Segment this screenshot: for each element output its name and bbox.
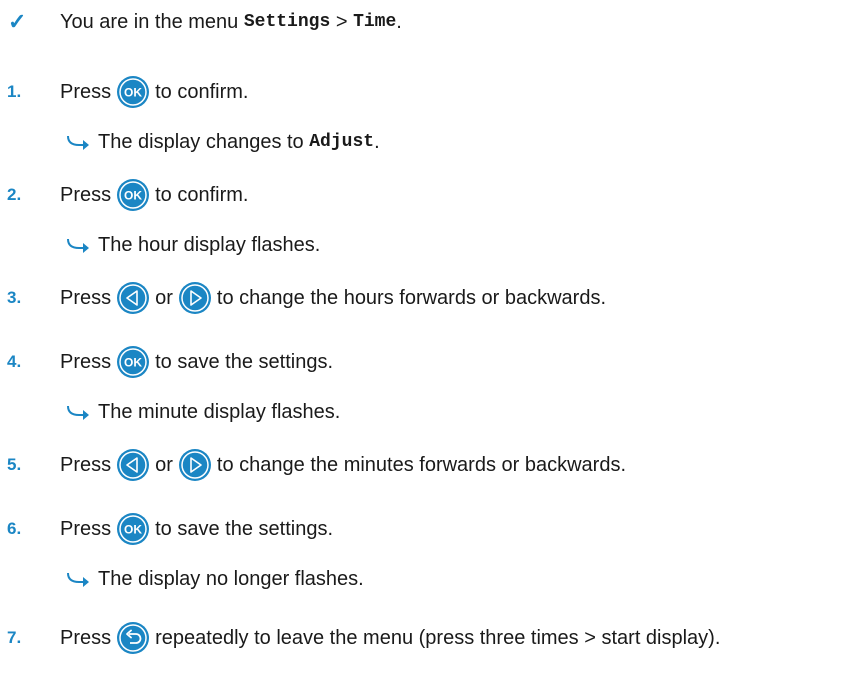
precondition-suffix: . — [396, 10, 402, 33]
step-text-pre: Press — [60, 626, 112, 649]
step-text-post: to confirm. — [155, 80, 249, 103]
step-text-post: to save the settings. — [155, 350, 334, 373]
result-arrow-icon — [67, 239, 89, 253]
step-text-mid: or — [155, 286, 173, 309]
menu-settings: Settings — [243, 12, 331, 32]
step-1-result: The display changes to Adjust . — [0, 122, 859, 162]
step-text-pre: Press — [60, 350, 112, 373]
step-4-result: The minute display flashes. — [0, 392, 859, 432]
step-text-post: to change the minutes forwards or backwa… — [216, 453, 627, 476]
step-6-result: The display no longer flashes. — [0, 559, 859, 599]
ok-button-icon: OK — [117, 179, 150, 211]
right-arrow-button-icon — [178, 449, 211, 481]
step-2: 2. Press OK to confirm. — [0, 175, 859, 215]
step-number: 7. — [7, 628, 22, 647]
ok-label: OK — [124, 356, 142, 370]
precondition-separator: > — [330, 10, 354, 33]
result-arrow-icon — [67, 406, 89, 420]
step-number: 2. — [7, 185, 22, 204]
result-text: The minute display flashes. — [98, 400, 341, 423]
ok-label: OK — [124, 189, 142, 203]
left-arrow-button-icon — [117, 449, 150, 481]
step-4: 4. Press OK to save the settings. — [0, 342, 859, 382]
ok-label: OK — [124, 523, 142, 537]
step-text-pre: Press — [60, 453, 112, 476]
result-arrow-icon — [67, 573, 89, 587]
step-text-pre: Press — [60, 183, 112, 206]
step-text-post: to change the hours forwards or backward… — [216, 286, 607, 309]
ok-button-icon: OK — [117, 513, 150, 545]
step-1: 1. Press OK to confirm. — [0, 72, 859, 112]
step-number: 5. — [7, 455, 22, 474]
step-text-post: repeatedly to leave the menu (press thre… — [155, 626, 721, 649]
step-number: 4. — [7, 352, 22, 371]
precondition: ✓ You are in the menu Settings > Time . — [0, 2, 859, 42]
result-text: The hour display flashes. — [98, 233, 321, 256]
menu-time: Time — [353, 12, 397, 32]
step-5: 5. Press or to change the minutes forwar… — [0, 445, 859, 485]
result-text: The display no longer flashes. — [98, 567, 364, 590]
step-text-pre: Press — [60, 517, 112, 540]
precondition-prefix: You are in the menu — [60, 10, 244, 33]
ok-button-icon: OK — [117, 346, 150, 378]
left-arrow-button-icon — [117, 282, 150, 314]
step-text-pre: Press — [60, 80, 112, 103]
step-text-mid: or — [155, 453, 173, 476]
ok-label: OK — [124, 86, 142, 100]
result-arrow-icon — [67, 136, 89, 150]
checkmark-icon: ✓ — [8, 9, 27, 34]
result-text-pre: The display changes to — [98, 130, 310, 153]
back-button-icon — [117, 622, 150, 654]
step-7: 7. Press repeatedly to leave the menu (p… — [0, 618, 859, 658]
step-text-pre: Press — [60, 286, 112, 309]
right-arrow-button-icon — [178, 282, 211, 314]
result-text-post: . — [374, 130, 380, 153]
step-number: 3. — [7, 288, 22, 307]
step-2-result: The hour display flashes. — [0, 225, 859, 265]
ok-button-icon: OK — [117, 76, 150, 108]
step-3: 3. Press or to change the hours forwards… — [0, 278, 859, 318]
step-number: 1. — [7, 82, 22, 101]
step-text-post: to confirm. — [155, 183, 249, 206]
step-number: 6. — [7, 519, 22, 538]
step-6: 6. Press OK to save the settings. — [0, 509, 859, 549]
result-code: Adjust — [309, 132, 375, 152]
step-text-post: to save the settings. — [155, 517, 334, 540]
